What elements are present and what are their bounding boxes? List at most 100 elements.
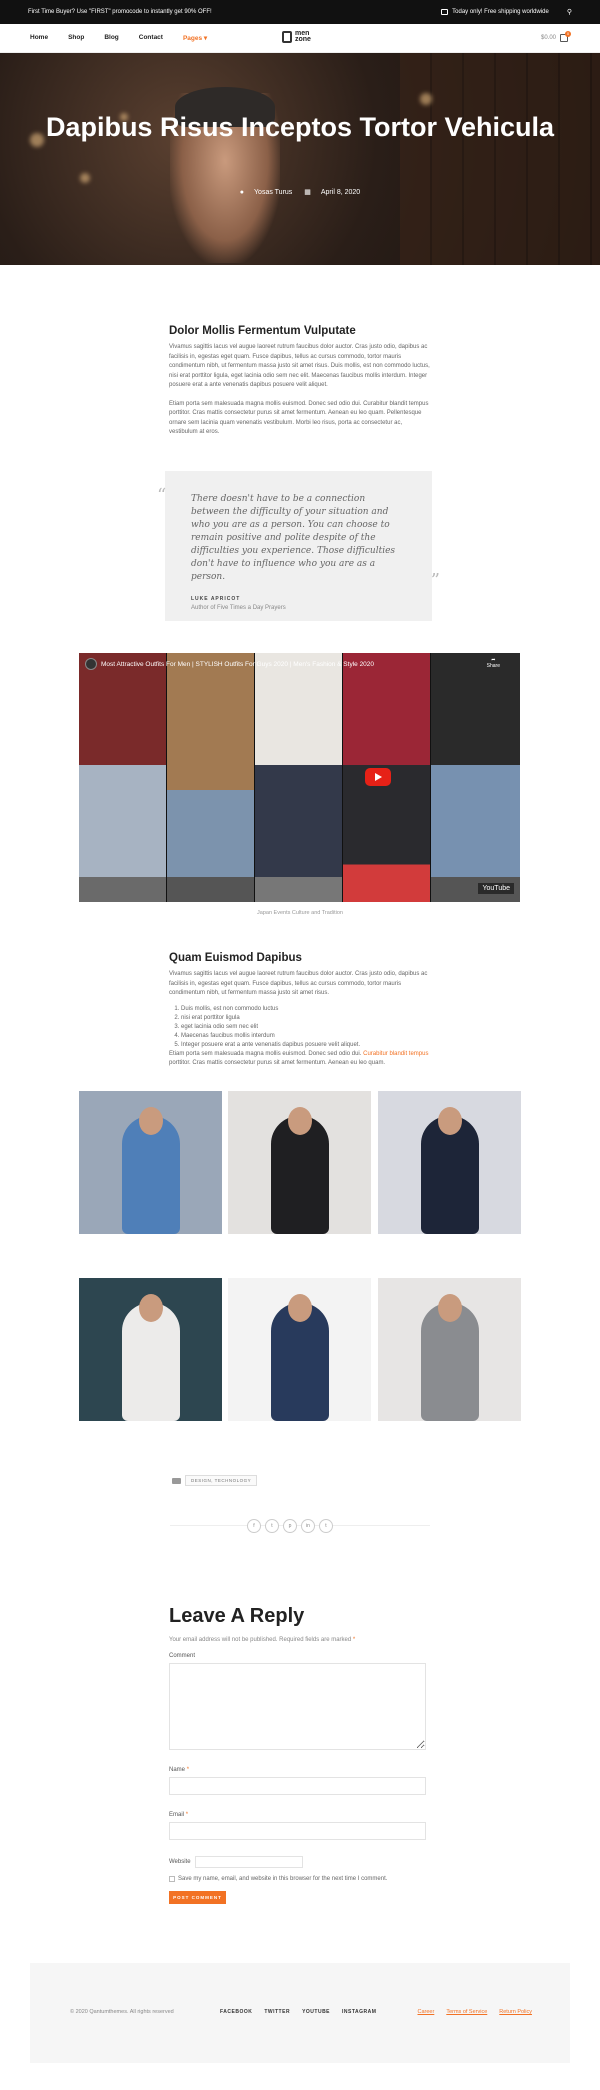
- model-head: [287, 1107, 312, 1135]
- name-field[interactable]: [169, 1777, 426, 1795]
- quote-text: There doesn't have to be a connection be…: [191, 494, 396, 582]
- truck-icon: [441, 9, 449, 15]
- youtube-logo[interactable]: YouTube: [478, 883, 514, 894]
- channel-avatar[interactable]: [85, 658, 97, 670]
- main-nav: Home Shop Blog Contact Pages ▾ men zone $…: [0, 24, 600, 53]
- list-item: Maecenas faucibus mollis interdum: [181, 1032, 431, 1041]
- twitter-icon[interactable]: t: [265, 1519, 279, 1533]
- model-head: [437, 1294, 462, 1322]
- close-quote-icon: ”: [430, 570, 440, 591]
- cart-total: $0.00: [540, 35, 556, 41]
- youtube-embed[interactable]: Most Attractive Outfits For Men | STYLIS…: [79, 653, 520, 902]
- model-head: [437, 1107, 462, 1135]
- comment-label: Comment: [169, 1653, 196, 1659]
- paragraph: Etiam porta sem malesuada magna mollis e…: [169, 1050, 429, 1067]
- share-icons: f t p in t: [247, 1519, 333, 1533]
- hero-brick-wall: [400, 53, 600, 265]
- list-item: eget lacinia odio sem nec elit: [181, 1023, 431, 1032]
- nav-contact[interactable]: Contact: [139, 34, 163, 42]
- inline-link[interactable]: Curabitur blandit tempus: [363, 1051, 428, 1057]
- website-row: Website: [169, 1856, 431, 1868]
- cart-count-badge: 0: [565, 31, 571, 37]
- gallery-photo[interactable]: [378, 1278, 521, 1421]
- play-button[interactable]: [365, 768, 391, 786]
- website-label: Website: [169, 1859, 191, 1865]
- share-button[interactable]: ➦ Share: [487, 657, 500, 669]
- form-note: Your email address will not be published…: [169, 1637, 356, 1643]
- gallery-photo[interactable]: [228, 1278, 371, 1421]
- comment-textarea[interactable]: [169, 1663, 426, 1750]
- calendar-icon: ▦: [304, 189, 311, 196]
- career-link[interactable]: Career: [418, 2009, 435, 2015]
- nav-home[interactable]: Home: [30, 34, 48, 42]
- footer-socials: FACEBOOK TWITTER YOUTUBE INSTAGRAM: [220, 2009, 376, 2015]
- logo-mark-icon: [282, 31, 292, 43]
- nav-blog[interactable]: Blog: [104, 34, 118, 42]
- video-frame: [167, 653, 254, 902]
- section-heading: Dolor Mollis Fermentum Vulputate: [169, 325, 356, 337]
- save-info-checkbox[interactable]: [169, 1876, 175, 1882]
- post-author[interactable]: Yosas Turus: [254, 189, 292, 196]
- tag-icon: [172, 1477, 181, 1484]
- facebook-icon[interactable]: f: [247, 1519, 261, 1533]
- post-tags: DESIGN, TECHNOLOGY: [172, 1475, 258, 1486]
- gallery-photo[interactable]: [79, 1091, 222, 1234]
- quote-author: LUKE APRICOT: [191, 596, 241, 602]
- nav-links: Home Shop Blog Contact Pages ▾: [30, 34, 207, 42]
- nav-pages[interactable]: Pages ▾: [183, 34, 207, 42]
- gallery-photo[interactable]: [378, 1091, 521, 1234]
- paragraph: Vivamus sagittis lacus vel augue laoreet…: [169, 971, 428, 996]
- shipping-text: Today only! Free shipping worldwide: [452, 9, 549, 15]
- article-section-2: Quam Euismod Dapibus Vivamus sagittis la…: [169, 952, 431, 1069]
- model-head: [138, 1294, 163, 1322]
- bokeh-light: [420, 93, 432, 105]
- list-item: nisi erat porttitor ligula: [181, 1014, 431, 1023]
- tumblr-icon[interactable]: t: [319, 1519, 333, 1533]
- video-frame: [255, 653, 342, 902]
- site-logo[interactable]: men zone: [282, 30, 311, 43]
- site-footer: © 2020 Qantumthemes. All rights reserved…: [30, 1963, 570, 2063]
- pinterest-icon[interactable]: p: [283, 1519, 297, 1533]
- footer-twitter[interactable]: TWITTER: [264, 2009, 290, 2015]
- post-meta: ● Yosas Turus ▦ April 8, 2020: [0, 188, 600, 196]
- video-title-bar[interactable]: Most Attractive Outfits For Men | STYLIS…: [85, 658, 374, 670]
- section-heading: Quam Euismod Dapibus: [169, 952, 302, 964]
- gallery-photo[interactable]: [228, 1091, 371, 1234]
- email-field[interactable]: [169, 1822, 426, 1840]
- footer-instagram[interactable]: INSTAGRAM: [342, 2009, 376, 2015]
- return-policy-link[interactable]: Return Policy: [499, 2009, 532, 2015]
- blockquote: “ ” There doesn't have to be a connectio…: [157, 471, 440, 621]
- post-comment-button[interactable]: POST COMMENT: [169, 1891, 226, 1904]
- save-info-label: Save my name, email, and website in this…: [178, 1876, 388, 1882]
- copyright: © 2020 Qantumthemes. All rights reserved: [70, 2009, 174, 2015]
- tag-list[interactable]: DESIGN, TECHNOLOGY: [185, 1475, 258, 1486]
- save-info-row[interactable]: Save my name, email, and website in this…: [169, 1876, 431, 1882]
- video-title[interactable]: Most Attractive Outfits For Men | STYLIS…: [101, 661, 374, 668]
- gallery-photo[interactable]: [79, 1278, 222, 1421]
- list-item: Duis mollis, est non commodo luctus: [181, 1005, 431, 1014]
- reply-heading: Leave A Reply: [169, 1605, 305, 1627]
- promo-text: First Time Buyer? Use "FIRST" promocode …: [28, 9, 212, 15]
- website-field[interactable]: [194, 1856, 303, 1868]
- nav-shop[interactable]: Shop: [68, 34, 84, 42]
- author-icon: ●: [239, 189, 245, 196]
- shopping-bag-icon[interactable]: 0: [560, 31, 571, 42]
- search-icon[interactable]: ⚲: [567, 8, 572, 16]
- list-item: Integer posuere erat a ante venenatis da…: [181, 1041, 431, 1050]
- post-title: Dapibus Risus Inceptos Tortor Vehicula: [45, 112, 555, 142]
- paragraph: Etiam porta sem malesuada magna mollis e…: [169, 400, 429, 436]
- footer-youtube[interactable]: YOUTUBE: [302, 2009, 330, 2015]
- model-head: [138, 1107, 163, 1135]
- shipping-notice: Today only! Free shipping worldwide: [441, 9, 549, 15]
- terms-link[interactable]: Terms of Service: [446, 2009, 487, 2015]
- video-frame: [79, 653, 166, 902]
- article-section-1: Dolor Mollis Fermentum Vulputate Vivamus…: [169, 325, 431, 438]
- quote-source: Author of Five Times a Day Prayers: [191, 605, 286, 611]
- linkedin-icon[interactable]: in: [301, 1519, 315, 1533]
- footer-facebook[interactable]: FACEBOOK: [220, 2009, 252, 2015]
- logo-text: men zone: [295, 30, 311, 43]
- name-label: Name *: [169, 1767, 190, 1773]
- footer-legal: Career Terms of Service Return Policy: [418, 2009, 533, 2015]
- top-bar: First Time Buyer? Use "FIRST" promocode …: [0, 0, 600, 24]
- cart[interactable]: $0.00 0: [540, 31, 571, 42]
